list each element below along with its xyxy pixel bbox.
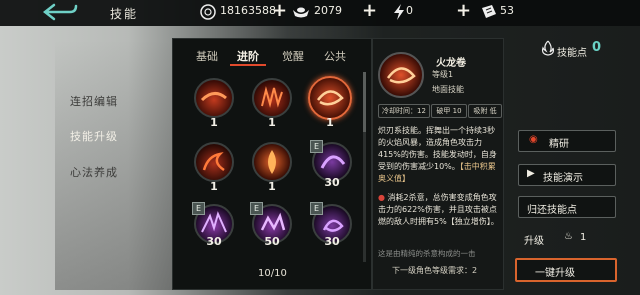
evolved-badge: E — [192, 202, 205, 215]
evolved-badge: E — [310, 140, 323, 153]
skill-point-flame-icon — [541, 40, 555, 56]
refund-skill-points-button[interactable]: 归还技能点 — [518, 196, 616, 218]
skill-slot-5[interactable] — [252, 142, 292, 182]
skill-points-value: 0 — [592, 40, 602, 55]
upgrade-cost-row: 升级 ♨ 1 — [518, 228, 616, 250]
add-energy-button[interactable]: + — [456, 0, 471, 21]
upgrade-cost: 1 — [580, 232, 587, 243]
active-tab-indicator — [230, 64, 266, 66]
upgrade-label: 升级 — [524, 236, 544, 247]
level-requirement: 下一级角色等级需求：2 — [392, 266, 478, 275]
tab-basic[interactable]: 基础 — [196, 48, 218, 64]
refund-label: 归还技能点 — [527, 205, 577, 216]
evolved-badge: E — [250, 202, 263, 215]
back-arrow-icon[interactable] — [40, 2, 80, 22]
skill-name: 火龙卷 — [436, 58, 466, 69]
tickets-value: 53 — [500, 4, 514, 17]
skill-level: 1 — [326, 116, 334, 129]
skill-level-text: 等级1 — [432, 70, 454, 79]
tab-awakening[interactable]: 觉醒 — [282, 48, 304, 64]
one-click-upgrade-label: 一键升级 — [535, 268, 575, 279]
sidebar-item-skill-upgrade[interactable]: 技能升级 — [70, 128, 118, 144]
skill-point-icon: ♨ — [564, 231, 573, 242]
page-indicator: 10/10 — [258, 268, 287, 279]
play-icon: ▶ — [527, 168, 535, 179]
armor-break-chip: 破甲 10 — [431, 104, 467, 118]
skill-level: 30 — [324, 176, 340, 189]
skill-level: 30 — [206, 235, 222, 248]
tab-advanced[interactable]: 进阶 — [237, 48, 259, 64]
skill-flavor-text: 这是由精纯的杀意构成的一击 — [378, 249, 476, 258]
skill-slot-2[interactable] — [252, 78, 292, 118]
one-click-upgrade-button[interactable]: 一键升级 — [515, 258, 617, 282]
skill-level: 1 — [210, 180, 218, 193]
refine-label: 精研 — [549, 139, 569, 150]
selected-skill-icon — [378, 52, 424, 98]
skill-slot-3-selected[interactable] — [308, 76, 352, 120]
add-silver-button[interactable]: + — [362, 0, 377, 21]
skill-slot-1[interactable] — [194, 78, 234, 118]
add-coins-button[interactable]: + — [272, 0, 287, 21]
cooldown-chip: 冷却时间：12 — [378, 104, 430, 118]
scrollbar-thumb[interactable] — [363, 72, 366, 132]
skill-description: 炽刃系技能。挥舞出一个持续3秒的火焰风暴，造成角色攻击力415%的伤害。技能发动… — [378, 126, 497, 183]
evolved-badge: E — [310, 202, 323, 215]
tab-common[interactable]: 公共 — [324, 48, 346, 64]
refine-icon: ◉ — [529, 134, 538, 145]
coins-value: 18163588 — [220, 4, 276, 17]
skill-description-extra: ● 消耗2杀意，总伤害变成角色攻击力的622%伤害，并且攻击被点燃的敌人时拥有5… — [378, 193, 499, 226]
skill-points-label: 技能点 — [557, 48, 587, 59]
absorb-chip: 吸附 低 — [468, 104, 502, 118]
skill-level: 50 — [264, 235, 280, 248]
blood-drop-icon: ● — [378, 193, 385, 202]
silver-value: 2079 — [314, 4, 342, 17]
page-title: 技能 — [110, 7, 139, 21]
skill-demo-button[interactable]: ▶ 技能演示 — [518, 164, 616, 186]
skill-slot-4[interactable] — [194, 142, 234, 182]
coin-icon — [200, 4, 216, 20]
skill-level: 1 — [210, 116, 218, 129]
silver-ingot-icon — [292, 4, 309, 20]
skill-level: 1 — [268, 180, 276, 193]
skill-type: 地面技能 — [432, 85, 464, 94]
ticket-icon — [480, 4, 496, 20]
sidebar-item-mental-method[interactable]: 心法养成 — [70, 164, 118, 180]
skill-demo-label: 技能演示 — [543, 173, 583, 184]
skill-level: 1 — [268, 116, 276, 129]
refine-button[interactable]: ◉ 精研 — [518, 130, 616, 152]
skill-level: 30 — [324, 235, 340, 248]
energy-value: 0 — [406, 4, 413, 17]
sidebar-item-combo-edit[interactable]: 连招编辑 — [70, 93, 118, 109]
